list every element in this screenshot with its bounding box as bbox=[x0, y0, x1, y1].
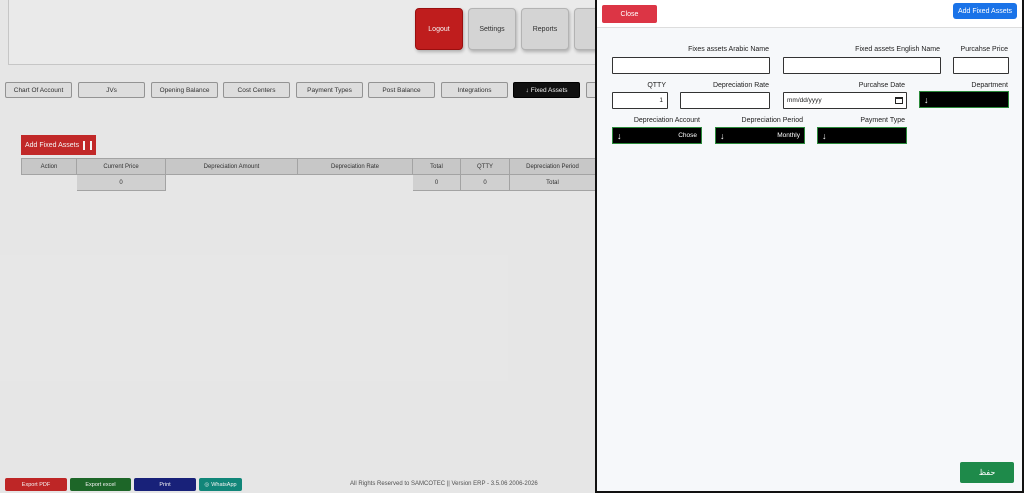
qtty-label: QTTY bbox=[647, 82, 666, 89]
depreciation-period-select[interactable]: ↓ Monthly bbox=[715, 127, 805, 144]
arrow-down-icon: ↓ bbox=[617, 130, 622, 141]
depreciation-account-label: Depreciation Account bbox=[633, 117, 700, 124]
arrow-down-icon: ↓ bbox=[822, 130, 827, 141]
purchase-price-label: Purcahse Price bbox=[960, 46, 1008, 53]
department-select[interactable]: ↓ bbox=[919, 91, 1009, 108]
add-fixed-assets-modal: Close Add Fixed Assets Fixes assets Arab… bbox=[595, 0, 1024, 493]
depreciation-period-value: Monthly bbox=[777, 132, 800, 139]
qtty-value: 1 bbox=[659, 97, 663, 104]
modal-backdrop[interactable] bbox=[0, 0, 596, 493]
arabic-name-input[interactable] bbox=[612, 57, 770, 74]
arabic-name-label: Fixes assets Arabic Name bbox=[688, 46, 769, 53]
arrow-down-icon: ↓ bbox=[924, 94, 929, 105]
depreciation-account-select[interactable]: ↓ Chose bbox=[612, 127, 702, 144]
depreciation-rate-input[interactable] bbox=[680, 92, 770, 109]
calendar-icon[interactable] bbox=[895, 97, 903, 104]
depreciation-account-value: Chose bbox=[678, 132, 697, 139]
arrow-down-icon: ↓ bbox=[720, 130, 725, 141]
qtty-input[interactable]: 1 bbox=[612, 92, 668, 109]
purchase-date-input[interactable]: mm/dd/yyyy bbox=[783, 92, 907, 109]
close-button[interactable]: Close bbox=[602, 5, 657, 23]
english-name-input[interactable] bbox=[783, 57, 941, 74]
purchase-date-placeholder: mm/dd/yyyy bbox=[787, 97, 822, 104]
department-label: Department bbox=[971, 82, 1008, 89]
save-button[interactable]: حفظ bbox=[960, 462, 1014, 483]
add-fixed-assets-header-button[interactable]: Add Fixed Assets bbox=[953, 3, 1017, 19]
modal-header: Close Add Fixed Assets bbox=[597, 0, 1022, 28]
purchase-price-input[interactable] bbox=[953, 57, 1009, 74]
depreciation-period-label: Depreciation Period bbox=[741, 117, 803, 124]
purchase-date-label: Purcahse Date bbox=[858, 82, 905, 89]
payment-type-select[interactable]: ↓ bbox=[817, 127, 907, 144]
depreciation-rate-label: Depreciation Rate bbox=[712, 82, 769, 89]
english-name-label: Fixed assets English Name bbox=[855, 46, 940, 53]
payment-type-label: Payment Type bbox=[860, 117, 905, 124]
